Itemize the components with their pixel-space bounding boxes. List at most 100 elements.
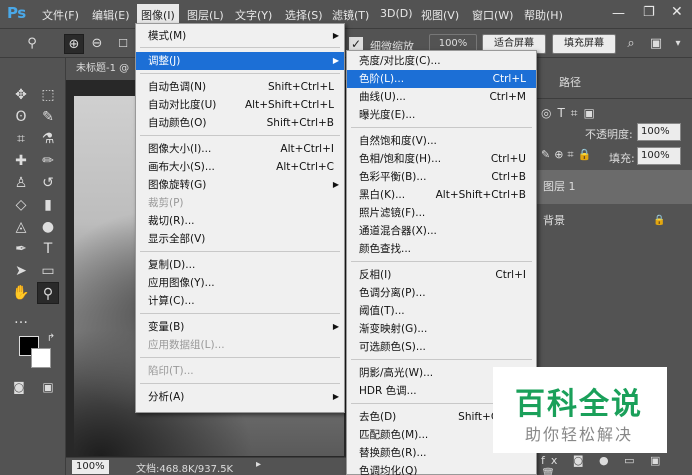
menu-file[interactable]: 文件(F): [42, 7, 79, 23]
layer-row[interactable]: 背景 🔒: [537, 204, 692, 238]
adjust_menu-item[interactable]: 阈值(T)...: [347, 302, 536, 320]
move-tool-icon[interactable]: ✥: [10, 84, 32, 106]
quick-mask-icon[interactable]: ◙: [8, 376, 30, 398]
close-icon[interactable]: ✕: [671, 4, 683, 20]
menu-layer[interactable]: 图层(L): [187, 7, 224, 23]
document-tab[interactable]: 未标题-1 @: [70, 58, 140, 80]
image_menu-item-label: 分析(A): [148, 391, 185, 403]
brush-tool-icon[interactable]: ✏: [37, 150, 59, 172]
chevron-down-icon[interactable]: ▾: [668, 34, 688, 54]
menu-filter[interactable]: 滤镜(T): [332, 7, 369, 23]
healing-brush-icon[interactable]: ✚: [10, 150, 32, 172]
image_menu-item[interactable]: 变量(B) ▶: [136, 318, 344, 336]
status-arrow-icon[interactable]: ▸: [256, 459, 261, 470]
menu-3d[interactable]: 3D(D): [380, 7, 413, 20]
fill-input[interactable]: 100%: [637, 147, 681, 165]
image_menu-item[interactable]: 画布大小(S)... Alt+Ctrl+C: [136, 158, 344, 176]
resize-windows-checkbox[interactable]: ☐: [113, 34, 133, 54]
image_menu-item[interactable]: 模式(M) ▶: [136, 27, 344, 45]
image_menu-item[interactable]: 自动颜色(O) Shift+Ctrl+B: [136, 114, 344, 132]
menu-window[interactable]: 窗口(W): [472, 7, 513, 23]
image_menu-item[interactable]: 分析(A) ▶: [136, 388, 344, 406]
blur-tool-icon[interactable]: ◬: [10, 216, 32, 238]
adjust_menu-item[interactable]: 曝光度(E)...: [347, 106, 536, 124]
image_menu-item-shortcut: Shift+Ctrl+L: [268, 81, 334, 93]
image_menu-item[interactable]: 自动对比度(U) Alt+Shift+Ctrl+L: [136, 96, 344, 114]
menu-help[interactable]: 帮助(H): [524, 7, 563, 23]
adjust_menu-item[interactable]: 色相/饱和度(H)... Ctrl+U: [347, 150, 536, 168]
adjust_menu-item-label: 黑白(K)...: [359, 189, 406, 201]
adjust_menu-item[interactable]: 照片滤镜(F)...: [347, 204, 536, 222]
image_menu-item[interactable]: 调整(J) ▶: [136, 52, 344, 70]
layer-filter-icons[interactable]: ◎T⌗▣: [541, 106, 601, 121]
layer-row[interactable]: 图层 1: [537, 170, 692, 204]
dodge-tool-icon[interactable]: ●: [37, 216, 59, 238]
fine-zoom-checkbox[interactable]: ✓: [349, 37, 363, 51]
lock-icons[interactable]: ✎⊕⌗🔒: [541, 148, 595, 162]
zoom-in-icon[interactable]: ⊕: [64, 34, 84, 54]
crop-tool-icon[interactable]: ⌗: [10, 128, 32, 150]
adjust_menu-item[interactable]: 通道混合器(X)...: [347, 222, 536, 240]
image_menu-item[interactable]: 裁切(R)...: [136, 212, 344, 230]
clone-stamp-icon[interactable]: ♙: [10, 172, 32, 194]
eraser-tool-icon[interactable]: ◇: [10, 194, 32, 216]
layer-actions-icons[interactable]: fx ◙ ● ▭ ▣ 🗑: [541, 454, 692, 475]
adjust_menu-item[interactable]: 亮度/对比度(C)...: [347, 52, 536, 70]
adjust_menu-item[interactable]: 色彩平衡(B)... Ctrl+B: [347, 168, 536, 186]
image_menu-item[interactable]: 计算(C)...: [136, 292, 344, 310]
status-zoom[interactable]: 100%: [72, 460, 109, 474]
menu-select[interactable]: 选择(S): [285, 7, 323, 23]
adjust_menu-item[interactable]: 反相(I) Ctrl+I: [347, 266, 536, 284]
image_menu-item[interactable]: 显示全部(V): [136, 230, 344, 248]
gradient-tool-icon[interactable]: ▮: [37, 194, 59, 216]
background-color-swatch[interactable]: [31, 348, 51, 368]
zoom-out-icon[interactable]: ⊖: [87, 34, 107, 54]
workspace-icon[interactable]: ▣: [646, 34, 666, 54]
screen-mode-icon[interactable]: ▣: [37, 376, 59, 398]
lasso-tool-icon[interactable]: ʘ: [10, 106, 32, 128]
restore-icon[interactable]: ❐: [643, 5, 655, 20]
image_menu-item-label: 变量(B): [148, 321, 185, 333]
swap-colors-icon[interactable]: ↱: [40, 328, 62, 350]
adjust_menu-item-label: HDR 色调...: [359, 385, 417, 397]
adjust_menu-item[interactable]: 渐变映射(G)...: [347, 320, 536, 338]
adjust_menu-item[interactable]: 色阶(L)... Ctrl+L: [347, 70, 536, 88]
image_menu-item[interactable]: 图像旋转(G) ▶: [136, 176, 344, 194]
hand-tool-icon[interactable]: ✋: [10, 282, 32, 304]
adjust_menu-item-label: 阈值(T)...: [359, 305, 405, 317]
more-tools-icon[interactable]: …: [10, 308, 32, 330]
type-tool-icon[interactable]: T: [37, 238, 59, 260]
image_menu-item: 应用数据组(L)...: [136, 336, 344, 354]
path-select-icon[interactable]: ➤: [10, 260, 32, 282]
adjust_menu-item-label: 色彩平衡(B)...: [359, 171, 427, 183]
adjust_menu-item-label: 可选颜色(S)...: [359, 341, 426, 353]
rectangle-tool-icon[interactable]: ▭: [37, 260, 59, 282]
history-brush-icon[interactable]: ↺: [37, 172, 59, 194]
adjust_menu-item[interactable]: 曲线(U)... Ctrl+M: [347, 88, 536, 106]
image_menu-item[interactable]: 自动色调(N) Shift+Ctrl+L: [136, 78, 344, 96]
image_menu-item[interactable]: 复制(D)...: [136, 256, 344, 274]
opacity-input[interactable]: 100%: [637, 123, 681, 141]
quick-select-tool-icon[interactable]: ✎: [37, 106, 59, 128]
image_menu-item[interactable]: 图像大小(I)... Alt+Ctrl+I: [136, 140, 344, 158]
menu-edit[interactable]: 编辑(E): [92, 7, 130, 23]
image_menu-item[interactable]: 应用图像(Y)...: [136, 274, 344, 292]
adjust_menu-item[interactable]: 色调分离(P)...: [347, 284, 536, 302]
pen-tool-icon[interactable]: ✒: [10, 238, 32, 260]
menu-type[interactable]: 文字(Y): [235, 7, 272, 23]
fill-screen-button[interactable]: 填充屏幕: [552, 34, 616, 54]
zoom-tool-icon[interactable]: ⚲: [37, 282, 59, 304]
adjust_menu-item[interactable]: 可选颜色(S)...: [347, 338, 536, 356]
adjust_menu-item[interactable]: 色调均化(Q): [347, 462, 536, 475]
adjust_menu-item[interactable]: 自然饱和度(V)...: [347, 132, 536, 150]
paths-tab[interactable]: 路径: [559, 74, 581, 90]
minimize-icon[interactable]: —: [612, 6, 625, 21]
menu-view[interactable]: 视图(V): [421, 7, 459, 23]
adjust_menu-item[interactable]: 颜色查找...: [347, 240, 536, 258]
marquee-tool-icon[interactable]: ⬚: [37, 84, 59, 106]
zoom-tool-icon[interactable]: ⚲: [22, 34, 42, 54]
eyedropper-tool-icon[interactable]: ⚗: [37, 128, 59, 150]
image_menu-item-label: 陷印(T)...: [148, 365, 194, 377]
search-icon[interactable]: ⌕: [621, 34, 641, 54]
adjust_menu-item[interactable]: 黑白(K)... Alt+Shift+Ctrl+B: [347, 186, 536, 204]
